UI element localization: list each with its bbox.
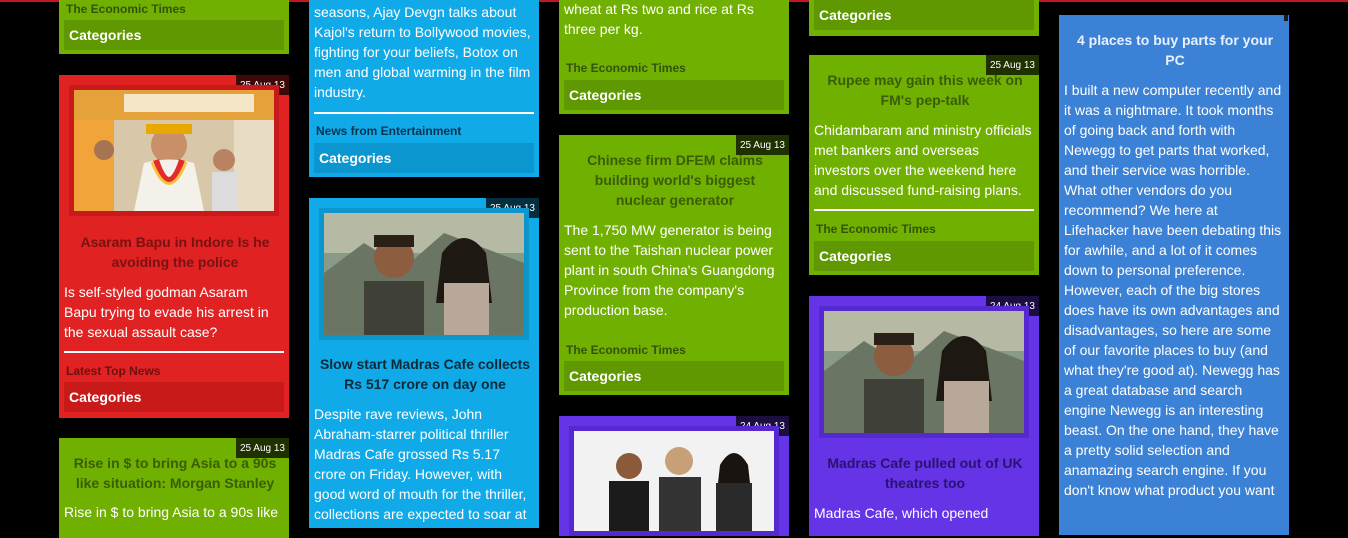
news-card-asaram-bapu[interactable]: 25 Aug 13 Asaram Bapu in Indore Is he av… [59, 75, 289, 418]
card-description: Rise in $ to bring Asia to a 90s like [64, 504, 279, 520]
card-description: wheat at Rs two and rice at Rs three per… [564, 1, 754, 37]
card-source: The Economic Times [66, 2, 186, 16]
news-card-madras-cafe-uk[interactable]: 24 Aug 13 Madras Cafe pulled out of UK t… [809, 296, 1039, 536]
news-card-wheat-rice[interactable]: wheat at Rs two and rice at Rs three per… [559, 0, 789, 114]
card-title[interactable]: 4 places to buy parts for your PC [1069, 30, 1281, 70]
card-description: Chidambaram and ministry officials met b… [814, 122, 1032, 198]
news-card-morgan-stanley[interactable]: 25 Aug 13 Rise in $ to bring Asia to a 9… [59, 438, 289, 538]
categories-button[interactable]: Categories [814, 241, 1034, 271]
madras-cafe-uk-thumbnail[interactable] [819, 306, 1029, 438]
asaram-bapu-thumbnail[interactable] [69, 85, 279, 216]
categories-button[interactable]: Categories [564, 80, 784, 110]
card-description: I built a new computer recently and it w… [1064, 82, 1282, 498]
card-divider [814, 209, 1034, 211]
categories-button[interactable]: Categories [64, 20, 284, 50]
card-title[interactable]: Slow start Madras Cafe collects Rs 517 c… [319, 354, 531, 394]
news-card-rupee-pep-talk[interactable]: 25 Aug 13 Rupee may gain this week on FM… [809, 55, 1039, 275]
categories-button[interactable]: Categories [64, 382, 284, 412]
categories-button[interactable]: Categories [564, 361, 784, 391]
scroll-marker [1284, 15, 1288, 21]
card-description: The 1,750 MW generator is being sent to … [564, 222, 775, 318]
card-title[interactable]: Rupee may gain this week on FM's pep-tal… [819, 70, 1031, 110]
news-card-ajay-devgn[interactable]: seasons, Ajay Devgn talks about Kajol's … [309, 0, 539, 177]
card-description: Is self-styled godman Asaram Bapu trying… [64, 284, 269, 340]
card-divider [314, 112, 534, 114]
card-description: seasons, Ajay Devgn talks about Kajol's … [314, 4, 531, 100]
card-title[interactable]: Rise in $ to bring Asia to a 90s like si… [69, 453, 281, 493]
irrfan-ang-lee-thumbnail[interactable] [569, 426, 779, 536]
madras-cafe-thumbnail[interactable] [319, 208, 529, 340]
categories-button[interactable]: Categories [814, 0, 1034, 30]
card-divider [64, 351, 284, 353]
card-title[interactable]: Asaram Bapu in Indore Is he avoiding the… [69, 232, 281, 272]
card-title[interactable]: Chinese firm DFEM claims building world'… [569, 150, 781, 210]
news-card-dfem-nuclear[interactable]: 25 Aug 13 Chinese firm DFEM claims build… [559, 135, 789, 395]
card-source: The Economic Times [566, 61, 686, 75]
card-description: Despite rave reviews, John Abraham-starr… [314, 406, 527, 522]
news-card-pc-parts[interactable]: 4 places to buy parts for your PC I buil… [1059, 15, 1289, 535]
news-card-madras-cafe-collections[interactable]: 25 Aug 13 Slow start Madras Cafe collect… [309, 198, 539, 528]
card-source: News from Entertainment [316, 124, 462, 138]
news-card-irrfan-ang-lee[interactable]: 24 Aug 13 [559, 416, 789, 536]
card-source: The Economic Times [566, 343, 686, 357]
news-card-categories-top[interactable]: Categories [809, 0, 1039, 36]
card-title[interactable]: Madras Cafe pulled out of UK theatres to… [819, 453, 1031, 493]
card-source: The Economic Times [816, 222, 936, 236]
categories-button[interactable]: Categories [314, 143, 534, 173]
card-source: Latest Top News [66, 364, 161, 378]
card-description: Madras Cafe, which opened [814, 505, 989, 521]
news-card-economic-times-top[interactable]: The Economic Times Categories [59, 0, 289, 54]
